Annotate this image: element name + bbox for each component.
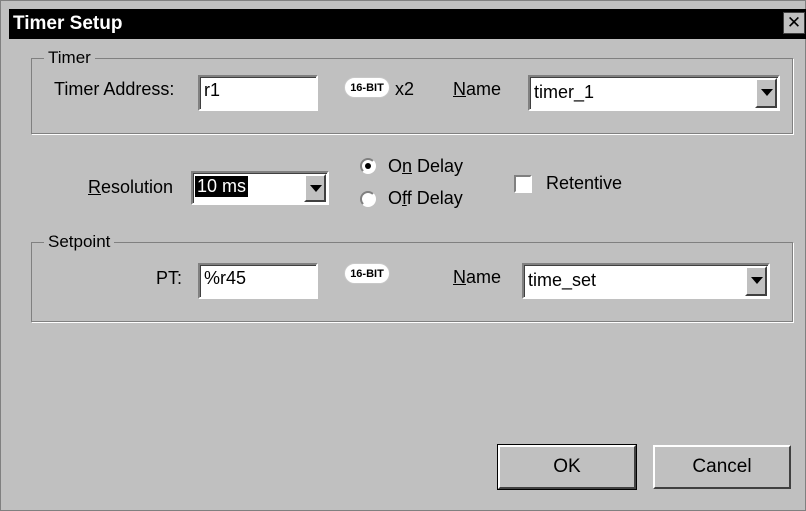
resolution-combo[interactable]: 10 ms	[191, 171, 329, 205]
off-delay-radio[interactable]	[360, 191, 376, 207]
on-delay-label: On Delay	[388, 156, 464, 176]
pt-input[interactable]: %r45	[198, 263, 318, 299]
cancel-button[interactable]: Cancel	[653, 445, 791, 489]
on-delay-radio[interactable]	[360, 158, 376, 174]
close-icon: ✕	[786, 13, 802, 32]
setpoint-16bit-badge: 16-BIT	[344, 263, 390, 284]
setpoint-name-value: time_set	[528, 270, 597, 290]
setpoint-name-label: Name	[453, 267, 502, 287]
window-title: Timer Setup	[13, 13, 123, 34]
chevron-down-icon[interactable]	[755, 78, 777, 108]
timer-address-label: Timer Address:	[54, 79, 175, 99]
timer-multiplier: x2	[395, 79, 415, 99]
close-button[interactable]: ✕	[783, 12, 805, 34]
timer-name-value: timer_1	[534, 82, 595, 102]
resolution-value: 10 ms	[193, 175, 250, 198]
timer-name-combo[interactable]: timer_1	[528, 75, 780, 111]
off-delay-label: Off Delay	[388, 188, 463, 208]
chevron-down-icon[interactable]	[745, 266, 767, 296]
setpoint-name-combo[interactable]: time_set	[522, 263, 770, 299]
timer-16bit-badge: 16-BIT	[344, 77, 390, 98]
timer-group-label: Timer	[44, 48, 95, 68]
timer-setup-dialog: Timer Setup ✕ Timer Timer Address: r1 16…	[0, 0, 806, 511]
timer-name-label: Name	[453, 79, 502, 99]
setpoint-group-label: Setpoint	[44, 232, 115, 252]
pt-label: PT:	[156, 268, 183, 288]
retentive-checkbox[interactable]	[514, 175, 532, 193]
title-bar[interactable]: Timer Setup ✕	[9, 9, 806, 39]
chevron-down-icon[interactable]	[304, 174, 326, 202]
resolution-label: Resolution	[88, 177, 174, 197]
ok-button[interactable]: OK	[497, 444, 637, 490]
timer-address-input[interactable]: r1	[198, 75, 318, 111]
retentive-label: Retentive	[546, 173, 623, 193]
